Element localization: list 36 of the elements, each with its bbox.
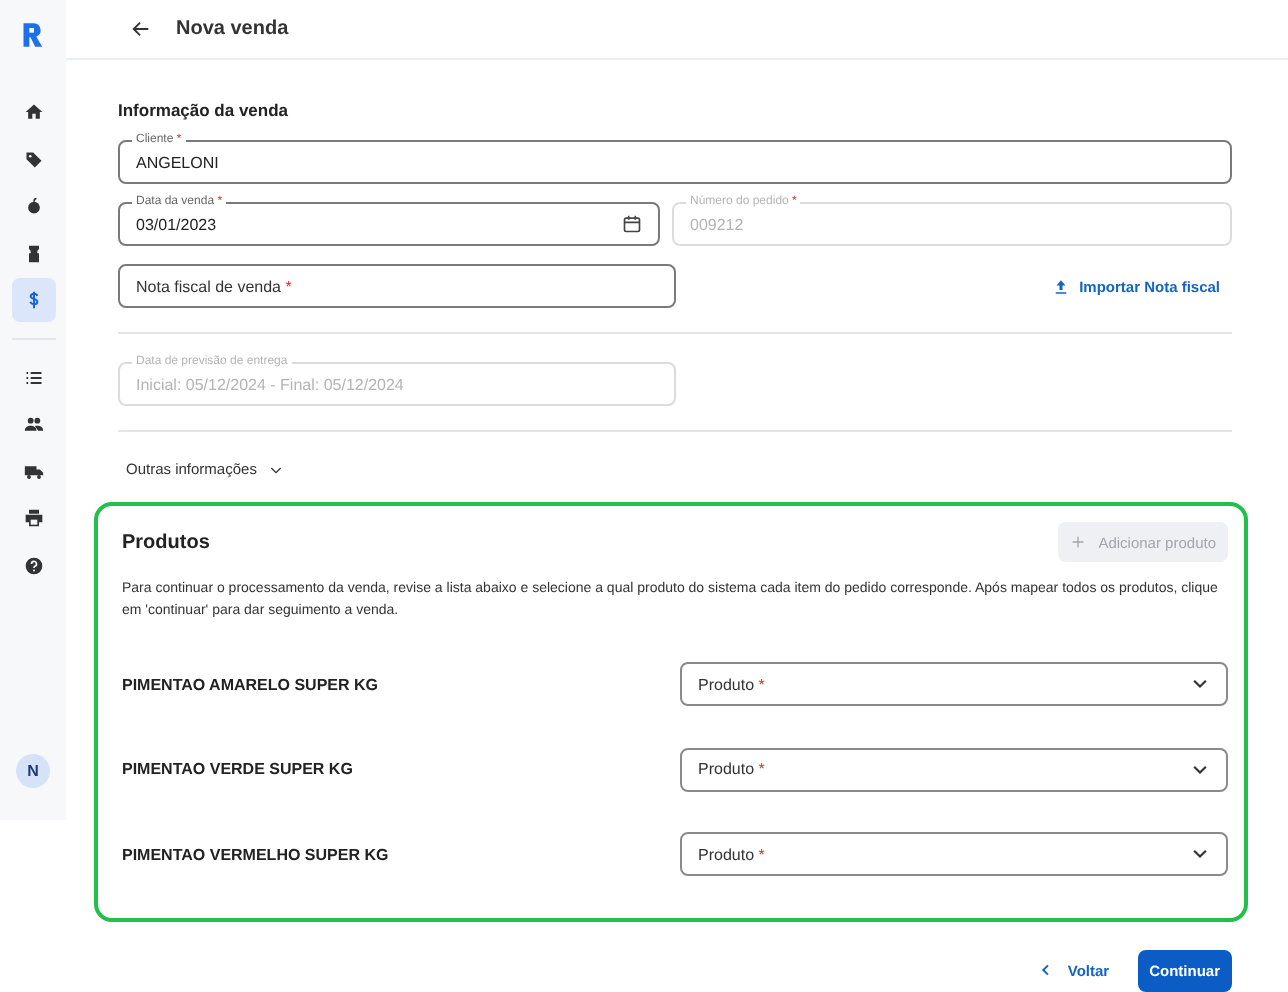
people-icon (23, 414, 43, 434)
arrow-left-icon (130, 18, 152, 40)
home-icon (23, 102, 43, 122)
nav-item[interactable] (11, 278, 55, 322)
calendar-icon (622, 214, 642, 234)
placeholder-text: Produto * (698, 845, 767, 864)
fruit-icon (23, 196, 43, 216)
tag-icon (23, 149, 43, 169)
plus-icon (1070, 534, 1087, 550)
invoice-field[interactable]: Nota fiscal de venda * (118, 264, 676, 308)
bottle-icon (23, 243, 43, 263)
field-value: Inicial: 05/12/2024 - Final: 05/12/2024 (136, 375, 406, 393)
section-title: Informação da venda (118, 100, 291, 120)
product-name: PIMENTAO AMARELO SUPER KG (122, 675, 379, 694)
product-select[interactable]: Produto * (680, 662, 1228, 707)
list-icon (23, 367, 43, 387)
product-select[interactable]: Produto * (680, 747, 1228, 792)
placeholder-text: Produto * (698, 760, 767, 779)
page-title: Nova venda (176, 18, 289, 40)
help-icon (23, 555, 43, 575)
field-value: 009212 (690, 215, 746, 233)
printer-icon (23, 508, 43, 528)
placeholder-text: Nota fiscal de venda * (136, 277, 294, 295)
logo-icon (19, 20, 47, 50)
field-value: ANGELONI (136, 153, 221, 171)
user-avatar[interactable]: N (16, 754, 50, 788)
chevron-left-icon (1037, 962, 1054, 978)
truck-icon (23, 461, 43, 481)
field-value: 03/01/2023 (136, 215, 219, 233)
placeholder-text: Produto * (698, 675, 767, 694)
back-button[interactable] (130, 18, 152, 40)
product-name: PIMENTAO VERMELHO SUPER KG (122, 845, 389, 864)
product-select[interactable]: Produto * (680, 832, 1228, 877)
section-title: Produtos (122, 531, 210, 553)
upload-icon (1051, 277, 1070, 295)
product-name: PIMENTAO VERDE SUPER KG (122, 760, 353, 779)
